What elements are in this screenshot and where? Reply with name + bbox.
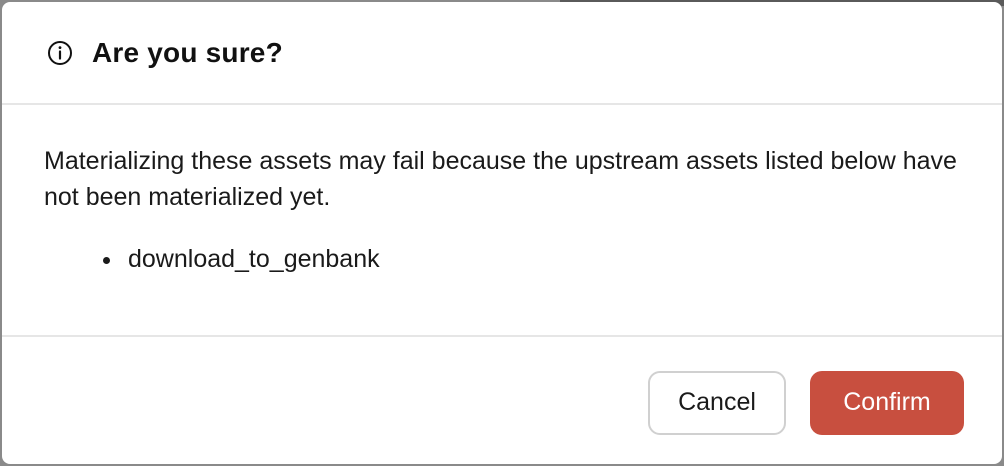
dialog-message: Materializing these assets may fail beca… xyxy=(44,147,957,211)
dialog-body: Materializing these assets may fail beca… xyxy=(2,105,1002,337)
list-item: download_to_genbank xyxy=(124,241,960,277)
confirm-dialog: Are you sure? Materializing these assets… xyxy=(2,2,1002,464)
asset-list: download_to_genbank xyxy=(44,241,960,277)
confirm-button[interactable]: Confirm xyxy=(810,370,964,435)
cancel-button[interactable]: Cancel xyxy=(648,370,786,435)
info-icon xyxy=(46,39,74,67)
dialog-header: Are you sure? xyxy=(2,2,1002,105)
dialog-title: Are you sure? xyxy=(92,36,283,68)
dialog-footer: Cancel Confirm xyxy=(2,337,1002,464)
